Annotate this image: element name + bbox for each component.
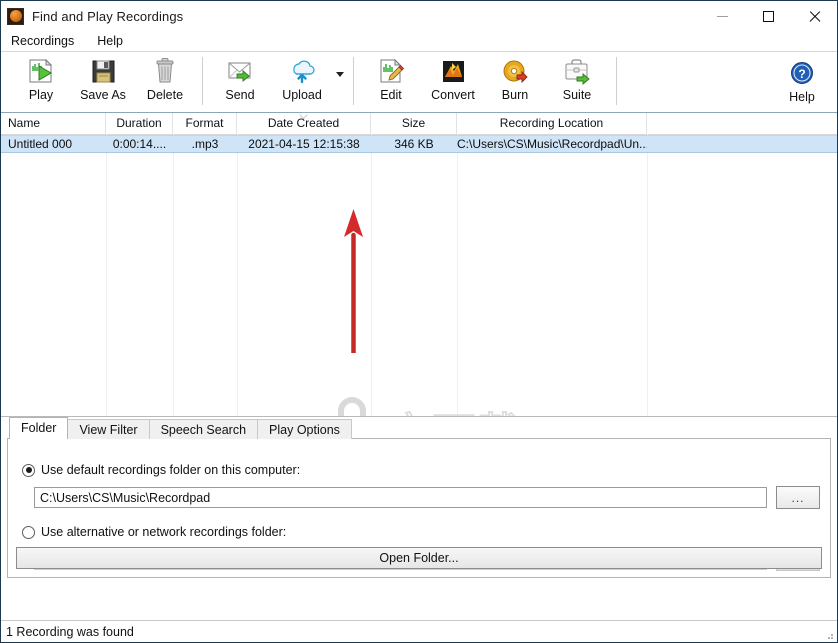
toolbar-group-share: Send Upload <box>209 52 347 112</box>
cell-format: .mp3 <box>191 137 219 151</box>
envelope-send-icon <box>225 56 255 86</box>
open-folder-button[interactable]: Open Folder... <box>16 547 822 569</box>
default-folder-path-input[interactable]: C:\Users\CS\Music\Recordpad <box>34 487 767 508</box>
find-and-play-recordings-window: Find and Play Recordings Recordings Help <box>0 0 838 643</box>
convert-icon <box>439 56 467 86</box>
resize-grip[interactable] <box>824 629 834 639</box>
column-header-duration[interactable]: Duration <box>106 113 173 134</box>
convert-button[interactable]: Convert <box>422 52 484 110</box>
suite-button-label: Suite <box>562 88 592 102</box>
help-question-icon: ? <box>789 58 815 88</box>
close-button[interactable] <box>791 1 837 31</box>
svg-text:?: ? <box>798 67 805 81</box>
edit-pencil-waveform-icon <box>376 56 406 86</box>
cell-duration: 0:00:14.... <box>112 137 167 151</box>
folder-tab-panel: Use default recordings folder on this co… <box>7 438 831 578</box>
play-button-label: Play <box>28 88 54 102</box>
upload-button-label: Upload <box>282 88 322 102</box>
play-waveform-icon <box>26 56 56 86</box>
convert-button-label: Convert <box>431 88 475 102</box>
cell-size: 346 KB <box>394 137 434 151</box>
send-button[interactable]: Send <box>209 52 271 110</box>
column-header-name[interactable]: Name <box>1 113 106 134</box>
default-folder-browse-button[interactable]: ... <box>776 486 820 509</box>
tab-view-filter[interactable]: View Filter <box>67 419 150 439</box>
column-header-date-created[interactable]: Date Created <box>237 113 371 134</box>
default-folder-radio[interactable] <box>22 463 35 477</box>
cell-recording-location: C:\Users\CS\Music\Recordpad\Un... <box>457 137 647 151</box>
tab-folder[interactable]: Folder <box>9 417 69 439</box>
suite-briefcase-icon <box>562 56 592 86</box>
help-button[interactable]: ? Help <box>771 52 833 110</box>
column-header-format[interactable]: Format <box>173 113 237 134</box>
svg-text:安下载: 安下载 <box>388 409 520 417</box>
window-title: Find and Play Recordings <box>32 8 184 24</box>
close-icon <box>808 10 821 23</box>
listview-header: Name Duration Format Date Created Size R… <box>1 113 837 135</box>
recordings-listview: Name Duration Format Date Created Size R… <box>1 113 837 417</box>
menu-item-help[interactable]: Help <box>95 33 132 49</box>
delete-button[interactable]: Delete <box>134 52 196 110</box>
delete-button-label: Delete <box>146 88 184 102</box>
send-button-label: Send <box>225 88 255 102</box>
upload-button[interactable]: Upload <box>271 52 333 110</box>
tab-play-options[interactable]: Play Options <box>257 419 352 439</box>
alternative-folder-radio[interactable] <box>22 525 35 539</box>
default-folder-option[interactable]: Use default recordings folder on this co… <box>8 461 830 479</box>
alternative-folder-option[interactable]: Use alternative or network recordings fo… <box>8 523 830 541</box>
burn-disc-icon <box>501 56 529 86</box>
window-controls <box>699 1 837 31</box>
toolbar-group-tools: Edit Convert Burn Suite <box>360 52 608 112</box>
app-recordpad-icon <box>7 7 24 25</box>
toolbar: Play Save As Delete Send Upload Edit Con… <box>1 51 837 113</box>
column-header-recording-location[interactable]: Recording Location <box>457 113 647 134</box>
bottom-panel: Folder View Filter Speech Search Play Op… <box>1 417 837 607</box>
upload-dropdown-button[interactable] <box>333 52 347 110</box>
statusbar: 1 Recording was found <box>1 620 837 642</box>
default-folder-field-row: C:\Users\CS\Music\Recordpad ... <box>8 486 830 509</box>
column-header-size[interactable]: Size <box>371 113 457 134</box>
menu-item-recordings[interactable]: Recordings <box>9 33 83 49</box>
play-button[interactable]: Play <box>10 52 72 110</box>
cloud-upload-icon <box>285 56 319 86</box>
cell-name: Untitled 000 <box>8 137 73 151</box>
toolbar-group-file: Play Save As Delete <box>10 52 196 112</box>
watermark-anxz: 安 安下载 anxz.com <box>308 395 538 417</box>
maximize-icon <box>762 10 774 22</box>
annotation-red-arrow <box>341 205 367 356</box>
column-header-filler <box>647 113 837 134</box>
toolbar-separator-3 <box>616 57 617 105</box>
listview-gridlines <box>1 134 837 416</box>
burn-button[interactable]: Burn <box>484 52 546 110</box>
tab-speech-search[interactable]: Speech Search <box>148 419 259 439</box>
edit-button[interactable]: Edit <box>360 52 422 110</box>
edit-button-label: Edit <box>380 88 402 102</box>
toolbar-separator-1 <box>202 57 203 105</box>
tabstrip: Folder View Filter Speech Search Play Op… <box>1 417 837 439</box>
alternative-folder-label: Use alternative or network recordings fo… <box>41 525 287 539</box>
menubar: Recordings Help <box>1 31 837 51</box>
titlebar: Find and Play Recordings <box>1 1 837 31</box>
default-folder-label: Use default recordings folder on this co… <box>41 463 301 477</box>
toolbar-separator-2 <box>353 57 354 105</box>
minimize-button[interactable] <box>699 1 745 31</box>
chevron-down-icon <box>336 71 344 77</box>
cell-date-created: 2021-04-15 12:15:38 <box>248 137 360 151</box>
listview-rows: Untitled 000 0:00:14.... .mp3 2021-04-15… <box>1 135 837 153</box>
minimize-icon <box>716 15 728 17</box>
floppy-disk-icon <box>89 56 117 86</box>
save-as-button[interactable]: Save As <box>72 52 134 110</box>
sort-descending-icon <box>299 113 308 117</box>
save-as-button-label: Save As <box>80 88 126 102</box>
trash-can-icon <box>152 56 178 86</box>
maximize-button[interactable] <box>745 1 791 31</box>
suite-button[interactable]: Suite <box>546 52 608 110</box>
table-row[interactable]: Untitled 000 0:00:14.... .mp3 2021-04-15… <box>1 135 837 153</box>
burn-button-label: Burn <box>501 88 529 102</box>
status-text: 1 Recording was found <box>6 624 134 639</box>
help-button-label: Help <box>789 90 815 104</box>
